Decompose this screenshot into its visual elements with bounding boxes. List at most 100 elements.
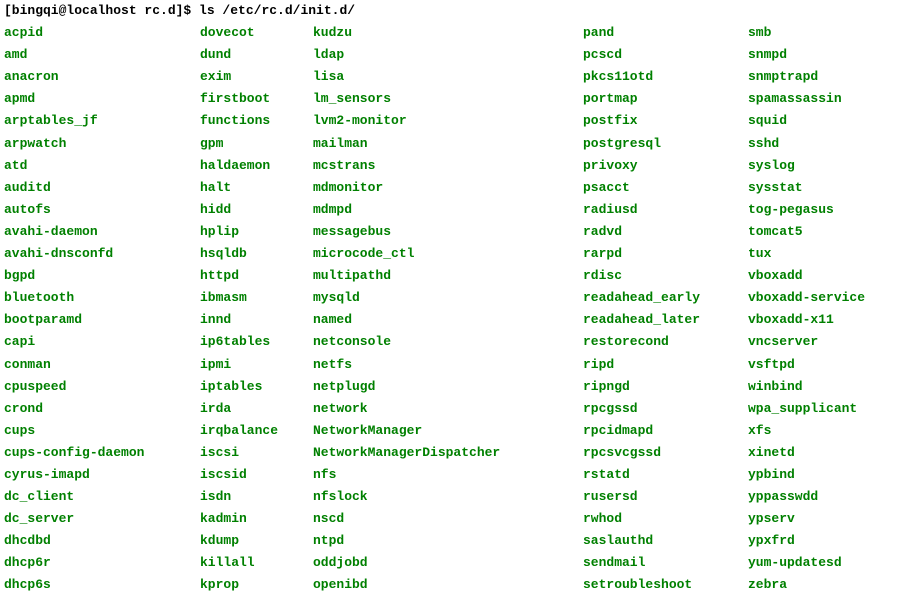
file-entry: rusersd — [583, 486, 748, 508]
file-entry: squid — [748, 110, 865, 132]
file-entry: dhcdbd — [4, 530, 200, 552]
file-entry: atd — [4, 155, 200, 177]
file-entry: snmptrapd — [748, 66, 865, 88]
file-entry: dund — [200, 44, 313, 66]
file-entry: messagebus — [313, 221, 583, 243]
file-entry: firstboot — [200, 88, 313, 110]
file-entry: haldaemon — [200, 155, 313, 177]
file-entry: sshd — [748, 133, 865, 155]
file-entry: rpcgssd — [583, 398, 748, 420]
file-entry: nfslock — [313, 486, 583, 508]
file-entry: capi — [4, 331, 200, 353]
file-entry: postgresql — [583, 133, 748, 155]
column-5: smbsnmpdsnmptrapdspamassassinsquidsshdsy… — [748, 22, 865, 596]
file-entry: readahead_early — [583, 287, 748, 309]
file-entry: mdmonitor — [313, 177, 583, 199]
file-entry: iscsi — [200, 442, 313, 464]
file-entry: cyrus-imapd — [4, 464, 200, 486]
file-entry: mcstrans — [313, 155, 583, 177]
file-entry: bgpd — [4, 265, 200, 287]
file-entry: restorecond — [583, 331, 748, 353]
file-entry: setroubleshoot — [583, 574, 748, 596]
file-entry: openibd — [313, 574, 583, 596]
file-entry: dhcp6s — [4, 574, 200, 596]
file-entry: rarpd — [583, 243, 748, 265]
file-entry: anacron — [4, 66, 200, 88]
file-entry: tog-pegasus — [748, 199, 865, 221]
file-entry: pand — [583, 22, 748, 44]
file-entry: apmd — [4, 88, 200, 110]
file-entry: dhcp6r — [4, 552, 200, 574]
file-entry: wpa_supplicant — [748, 398, 865, 420]
file-entry: arptables_jf — [4, 110, 200, 132]
file-entry: mdmpd — [313, 199, 583, 221]
file-entry: irda — [200, 398, 313, 420]
file-entry: saslauthd — [583, 530, 748, 552]
file-entry: rwhod — [583, 508, 748, 530]
file-entry: NetworkManager — [313, 420, 583, 442]
file-entry: dovecot — [200, 22, 313, 44]
file-entry: vboxadd-x11 — [748, 309, 865, 331]
file-entry: lisa — [313, 66, 583, 88]
file-entry: kdump — [200, 530, 313, 552]
file-entry: ibmasm — [200, 287, 313, 309]
file-entry: spamassassin — [748, 88, 865, 110]
file-entry: pcscd — [583, 44, 748, 66]
column-3: kudzuldaplisalm_sensorslvm2-monitormailm… — [313, 22, 583, 596]
file-entry: rstatd — [583, 464, 748, 486]
file-entry: innd — [200, 309, 313, 331]
file-entry: ypserv — [748, 508, 865, 530]
file-entry: nscd — [313, 508, 583, 530]
file-entry: rpcsvcgssd — [583, 442, 748, 464]
file-entry: smb — [748, 22, 865, 44]
file-entry: sendmail — [583, 552, 748, 574]
file-entry: rdisc — [583, 265, 748, 287]
file-entry: ntpd — [313, 530, 583, 552]
file-entry: radiusd — [583, 199, 748, 221]
shell-prompt: [bingqi@localhost rc.d]$ ls /etc/rc.d/in… — [0, 0, 914, 22]
file-entry: xfs — [748, 420, 865, 442]
file-entry: conman — [4, 354, 200, 376]
file-entry: gpm — [200, 133, 313, 155]
file-entry: NetworkManagerDispatcher — [313, 442, 583, 464]
file-entry: vboxadd — [748, 265, 865, 287]
file-entry: microcode_ctl — [313, 243, 583, 265]
file-entry: bootparamd — [4, 309, 200, 331]
file-entry: ripd — [583, 354, 748, 376]
file-entry: multipathd — [313, 265, 583, 287]
file-entry: radvd — [583, 221, 748, 243]
file-entry: sysstat — [748, 177, 865, 199]
file-entry: cups — [4, 420, 200, 442]
file-entry: named — [313, 309, 583, 331]
file-entry: netplugd — [313, 376, 583, 398]
file-entry: ip6tables — [200, 331, 313, 353]
file-entry: avahi-dnsconfd — [4, 243, 200, 265]
file-entry: portmap — [583, 88, 748, 110]
file-entry: cups-config-daemon — [4, 442, 200, 464]
file-entry: bluetooth — [4, 287, 200, 309]
file-entry: ypbind — [748, 464, 865, 486]
file-entry: cpuspeed — [4, 376, 200, 398]
column-2: dovecotdundeximfirstbootfunctionsgpmhald… — [200, 22, 313, 596]
ls-output: acpidamdanacronapmdarptables_jfarpwatcha… — [0, 22, 914, 596]
file-entry: httpd — [200, 265, 313, 287]
file-entry: tomcat5 — [748, 221, 865, 243]
column-1: acpidamdanacronapmdarptables_jfarpwatcha… — [4, 22, 200, 596]
file-entry: tux — [748, 243, 865, 265]
file-entry: lm_sensors — [313, 88, 583, 110]
file-entry: xinetd — [748, 442, 865, 464]
file-entry: ldap — [313, 44, 583, 66]
file-entry: netfs — [313, 354, 583, 376]
file-entry: hidd — [200, 199, 313, 221]
file-entry: rpcidmapd — [583, 420, 748, 442]
file-entry: kprop — [200, 574, 313, 596]
file-entry: syslog — [748, 155, 865, 177]
file-entry: auditd — [4, 177, 200, 199]
file-entry: network — [313, 398, 583, 420]
file-entry: autofs — [4, 199, 200, 221]
file-entry: oddjobd — [313, 552, 583, 574]
file-entry: nfs — [313, 464, 583, 486]
file-entry: pkcs11otd — [583, 66, 748, 88]
file-entry: ipmi — [200, 354, 313, 376]
file-entry: readahead_later — [583, 309, 748, 331]
